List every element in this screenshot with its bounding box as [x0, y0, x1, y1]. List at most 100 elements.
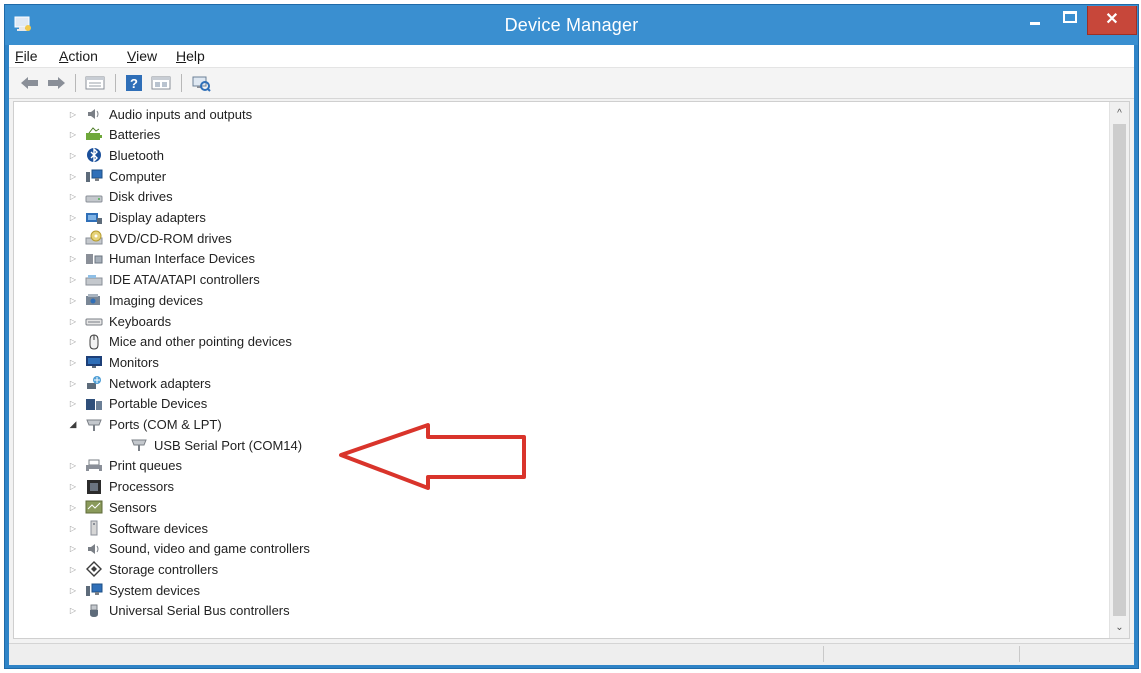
- collapsed-triangle-icon[interactable]: ▷: [68, 275, 78, 285]
- speaker-icon: [85, 106, 103, 122]
- display-adapter-icon: [85, 210, 103, 226]
- tree-category-item[interactable]: ▷ IDE ATA/ATAPI controllers: [68, 270, 260, 290]
- collapsed-triangle-icon[interactable]: ▷: [68, 233, 78, 243]
- tree-category-item[interactable]: ▷ Software devices: [68, 518, 208, 538]
- collapsed-triangle-icon[interactable]: ▷: [68, 213, 78, 223]
- menu-action[interactable]: Action: [59, 48, 98, 64]
- toolbar-separator: [115, 74, 116, 92]
- tree-category-item[interactable]: ▷ Portable Devices: [68, 394, 207, 414]
- port-icon: [130, 437, 148, 453]
- red-annotation-arrow-icon: [339, 423, 526, 490]
- minimize-button[interactable]: [1017, 6, 1053, 34]
- view-button[interactable]: [149, 72, 173, 94]
- collapsed-triangle-icon[interactable]: ▷: [68, 606, 78, 616]
- bluetooth-icon: [85, 147, 103, 164]
- maximize-button[interactable]: [1055, 6, 1085, 34]
- tree-category-item[interactable]: ▷ System devices: [68, 580, 200, 600]
- network-adapter-icon: [85, 375, 103, 391]
- collapsed-triangle-icon[interactable]: ▷: [68, 150, 78, 160]
- collapsed-triangle-icon[interactable]: ▷: [68, 254, 78, 264]
- scan-hardware-button[interactable]: [189, 72, 213, 94]
- device-tree[interactable]: ▷ Audio inputs and outputs ▷ Batteries ▷ Blue…: [13, 101, 1130, 639]
- collapsed-triangle-icon[interactable]: ▷: [68, 564, 78, 574]
- collapsed-triangle-icon[interactable]: ▷: [68, 109, 78, 119]
- back-button[interactable]: [19, 72, 41, 94]
- maximize-icon: [1063, 11, 1077, 23]
- collapsed-triangle-icon[interactable]: ▷: [68, 337, 78, 347]
- menu-bar: File Action View Help: [9, 45, 1134, 68]
- collapsed-triangle-icon[interactable]: ▷: [68, 295, 78, 305]
- collapsed-triangle-icon[interactable]: ▷: [68, 544, 78, 554]
- collapsed-triangle-icon[interactable]: ▷: [68, 523, 78, 533]
- menu-file[interactable]: File: [15, 48, 38, 64]
- device-manager-window: Device Manager ✕ File Action View Help ?…: [4, 4, 1139, 669]
- collapsed-triangle-icon[interactable]: ▷: [68, 502, 78, 512]
- menu-file-accel: F: [15, 48, 24, 64]
- tree-item-label: USB Serial Port (COM14): [154, 437, 303, 453]
- tree-category-item[interactable]: ▷ Display adapters: [68, 208, 206, 228]
- tree-item-label: Sensors: [109, 499, 157, 515]
- scan-hardware-icon: [192, 76, 211, 92]
- tree-item-label: IDE ATA/ATAPI controllers: [109, 272, 260, 288]
- expanded-triangle-icon[interactable]: ◢: [68, 419, 78, 430]
- tree-category-item[interactable]: ▷ Print queues: [68, 456, 182, 476]
- dvd-drive-icon: [85, 230, 103, 246]
- usb-icon: [85, 603, 103, 619]
- collapsed-triangle-icon[interactable]: ▷: [68, 399, 78, 409]
- window-title: Device Manager: [504, 15, 639, 35]
- toolbar-separator: [75, 74, 76, 92]
- vertical-scrollbar[interactable]: ^ ⌄: [1109, 102, 1129, 638]
- properties-button[interactable]: [83, 72, 107, 94]
- view-icon: [151, 76, 171, 90]
- help-icon: ?: [126, 75, 142, 91]
- forward-button[interactable]: [45, 72, 67, 94]
- tree-category-item[interactable]: ▷ Bluetooth: [68, 145, 164, 165]
- collapsed-triangle-icon[interactable]: ▷: [68, 378, 78, 388]
- tree-category-item[interactable]: ▷ Human Interface Devices: [68, 249, 255, 269]
- tree-category-item[interactable]: ▷ Universal Serial Bus controllers: [68, 601, 290, 621]
- tree-category-item[interactable]: ▷ Audio inputs and outputs: [68, 104, 252, 124]
- tree-category-item[interactable]: ▷ Sound, video and game controllers: [68, 539, 310, 559]
- tree-item-label: Ports (COM & LPT): [109, 417, 222, 432]
- keyboard-icon: [85, 313, 103, 329]
- collapsed-triangle-icon[interactable]: ▷: [68, 585, 78, 595]
- title-bar[interactable]: Device Manager ✕: [5, 5, 1138, 45]
- tree-category-item[interactable]: ▷ Batteries: [68, 125, 160, 145]
- tree-category-item[interactable]: ▷ Monitors: [68, 352, 159, 372]
- tree-category-item[interactable]: ▷ Disk drives: [68, 187, 173, 207]
- tree-category-item[interactable]: ▷ Mice and other pointing devices: [68, 332, 292, 352]
- tree-category-item[interactable]: ▷ DVD/CD-ROM drives: [68, 228, 232, 248]
- menu-file-label: ile: [23, 48, 38, 64]
- tree-category-item[interactable]: ▷ Processors: [68, 477, 174, 497]
- properties-icon: [85, 76, 105, 90]
- scroll-down-button[interactable]: ⌄: [1110, 618, 1129, 636]
- tree-item-label: Keyboards: [109, 313, 172, 329]
- collapsed-triangle-icon[interactable]: ▷: [68, 130, 78, 140]
- menu-view[interactable]: View: [127, 48, 157, 64]
- hid-icon: [85, 251, 103, 267]
- tree-category-item[interactable]: ▷ Network adapters: [68, 373, 211, 393]
- collapsed-triangle-icon[interactable]: ▷: [68, 192, 78, 202]
- tree-item-label: Print queues: [109, 458, 182, 474]
- tree-category-item[interactable]: ▷ Computer: [68, 166, 166, 186]
- scroll-thumb[interactable]: [1113, 124, 1126, 616]
- scroll-up-button[interactable]: ^: [1110, 104, 1129, 122]
- menu-help[interactable]: Help: [176, 48, 205, 64]
- tree-category-item[interactable]: ▷ Keyboards: [68, 311, 171, 331]
- tree-child-item[interactable]: USB Serial Port (COM14): [130, 435, 302, 455]
- collapsed-triangle-icon[interactable]: ▷: [68, 171, 78, 181]
- collapsed-triangle-icon[interactable]: ▷: [68, 461, 78, 471]
- tree-category-item[interactable]: ▷ Storage controllers: [68, 559, 218, 579]
- tree-category-item[interactable]: ▷ Imaging devices: [68, 290, 203, 310]
- collapsed-triangle-icon[interactable]: ▷: [68, 316, 78, 326]
- collapsed-triangle-icon[interactable]: ▷: [68, 357, 78, 367]
- tree-item-label: Human Interface Devices: [109, 251, 255, 267]
- tree-category-item[interactable]: ◢ Ports (COM & LPT): [68, 415, 222, 435]
- tree-item-label: System devices: [109, 582, 201, 598]
- help-button[interactable]: ?: [123, 72, 145, 94]
- tree-category-item[interactable]: ▷ Sensors: [68, 497, 157, 517]
- battery-icon: [85, 126, 103, 143]
- tree-item-label: Bluetooth: [109, 147, 164, 163]
- close-button[interactable]: ✕: [1087, 6, 1137, 35]
- collapsed-triangle-icon[interactable]: ▷: [68, 482, 78, 492]
